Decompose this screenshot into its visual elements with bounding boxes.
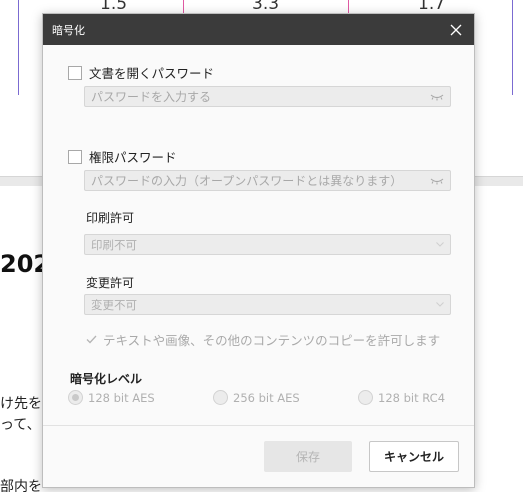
open-password-placeholder: パスワードを入力する [91,90,212,104]
encryption-dialog: 暗号化 文書を開くパスワード パスワードを入力する 権限パスワード パスワードの… [42,13,475,488]
checkmark-icon[interactable] [86,335,97,344]
chevron-down-icon [436,242,444,247]
radio-label: 128 bit RC4 [378,390,446,405]
change-permission-label: 変更許可 [86,276,135,290]
background-number: 3.3 [252,0,280,14]
background-text-line: 部内を [0,479,42,492]
cancel-button[interactable]: キャンセル [369,441,459,472]
radio-button[interactable] [213,390,228,405]
permission-password-input[interactable]: パスワードの入力（オープンパスワードとは異なります） [84,170,451,191]
copy-permission-label: テキストや画像、その他のコンテンツのコピーを許可します [103,333,441,348]
hidden-eye-icon[interactable] [430,93,444,101]
permission-password-label: 権限パスワード [89,150,177,165]
permission-password-checkbox-row[interactable]: 権限パスワード [68,147,177,166]
save-button[interactable]: 保存 [264,441,352,472]
print-permission-select[interactable]: 印刷不可 [84,234,451,255]
close-button[interactable] [447,21,465,39]
footer-divider [43,425,474,426]
chevron-down-icon [436,302,444,307]
copy-permission-checkbox-row[interactable]: テキストや画像、その他のコンテンツのコピーを許可します [86,330,440,349]
print-permission-value: 印刷不可 [91,237,137,252]
print-permission-label: 印刷許可 [86,211,135,225]
change-permission-select[interactable]: 変更不可 [84,294,451,315]
radio-128-rc4[interactable]: 128 bit RC4 [358,390,445,405]
radio-label: 128 bit AES [88,390,155,405]
change-permission-value: 変更不可 [91,297,137,312]
radio-128-aes[interactable]: 128 bit AES [68,390,155,405]
permission-password-placeholder: パスワードの入力（オープンパスワードとは異なります） [91,174,403,188]
background-number: 1.7 [418,0,446,14]
close-icon [450,24,462,35]
open-password-checkbox-row[interactable]: 文書を開くパスワード [68,63,214,82]
dialog-title: 暗号化 [52,23,85,37]
radio-label: 256 bit AES [233,390,300,405]
chart-divider [512,0,513,95]
dialog-titlebar: 暗号化 [43,14,474,45]
permission-password-checkbox[interactable] [68,149,82,164]
open-password-checkbox[interactable] [68,65,82,80]
background-number: 1.5 [100,0,128,14]
open-password-input[interactable]: パスワードを入力する [84,86,451,107]
chart-divider [18,0,19,95]
radio-256-aes[interactable]: 256 bit AES [213,390,300,405]
open-password-label: 文書を開くパスワード [89,66,215,81]
hidden-eye-icon[interactable] [430,177,444,185]
encryption-level-title: 暗号化レベル [70,372,143,386]
radio-button[interactable] [68,390,83,405]
radio-button[interactable] [358,390,373,405]
